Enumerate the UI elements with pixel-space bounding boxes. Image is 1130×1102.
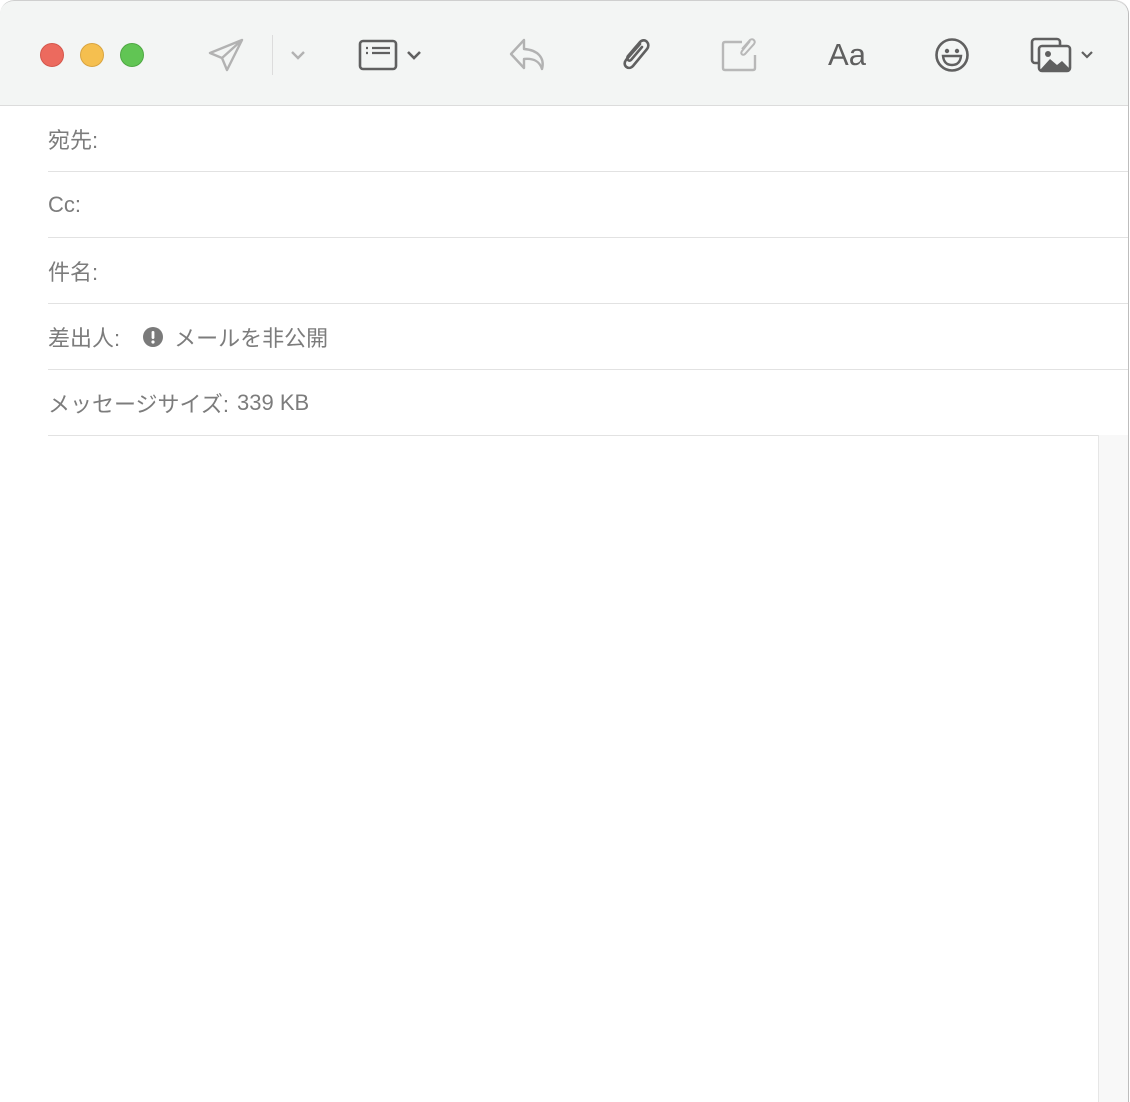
zoom-button[interactable]: [120, 43, 144, 67]
from-field: 差出人: メールを非公開: [48, 304, 1128, 370]
send-options-button[interactable]: [286, 33, 310, 77]
attachment-icon: [623, 39, 650, 70]
chevron-down-icon: [407, 51, 421, 60]
header-fields-button[interactable]: [352, 33, 428, 77]
toolbar: Aa: [0, 0, 1128, 106]
minimize-button[interactable]: [80, 43, 104, 67]
attach-in-place-icon: [721, 38, 757, 72]
cc-field[interactable]: Cc:: [48, 172, 1128, 238]
message-size-row: メッセージサイズ: 339 KB: [48, 370, 1128, 436]
size-label: メッセージサイズ:: [48, 391, 230, 417]
emoji-button[interactable]: [932, 33, 972, 77]
from-value[interactable]: メールを非公開: [174, 321, 328, 353]
send-icon: [208, 38, 244, 72]
emoji-icon: [935, 38, 969, 72]
from-label: 差出人:: [48, 325, 121, 351]
attach-in-place-button[interactable]: [718, 33, 762, 77]
close-button[interactable]: [40, 43, 64, 67]
format-button[interactable]: Aa: [822, 33, 872, 77]
photo-browser-icon: [1030, 37, 1072, 73]
toolbar-divider: [272, 35, 273, 75]
chevron-down-icon: [291, 51, 305, 60]
compose-window: Aa 宛先: Cc: 件名: 差出人: メールを非公開 メッセージサイズ: 33…: [0, 0, 1129, 1102]
attachment-button[interactable]: [614, 33, 656, 77]
photo-browser-button[interactable]: [1026, 33, 1098, 77]
size-value: 339 KB: [237, 389, 310, 415]
subject-label: 件名:: [48, 259, 99, 285]
send-button[interactable]: [206, 33, 246, 77]
to-label: 宛先:: [48, 127, 99, 153]
chevron-down-icon: [1081, 51, 1093, 59]
to-field[interactable]: 宛先:: [48, 106, 1128, 172]
header-fields-icon: [358, 39, 398, 71]
message-body[interactable]: [0, 436, 1098, 1102]
cc-label: Cc:: [48, 191, 81, 217]
exclamation-icon: [143, 326, 164, 347]
side-panel: [1098, 435, 1128, 1102]
reply-button[interactable]: [506, 33, 548, 77]
reply-icon: [509, 38, 544, 71]
subject-field[interactable]: 件名:: [48, 238, 1128, 304]
format-label: Aa: [828, 37, 866, 72]
